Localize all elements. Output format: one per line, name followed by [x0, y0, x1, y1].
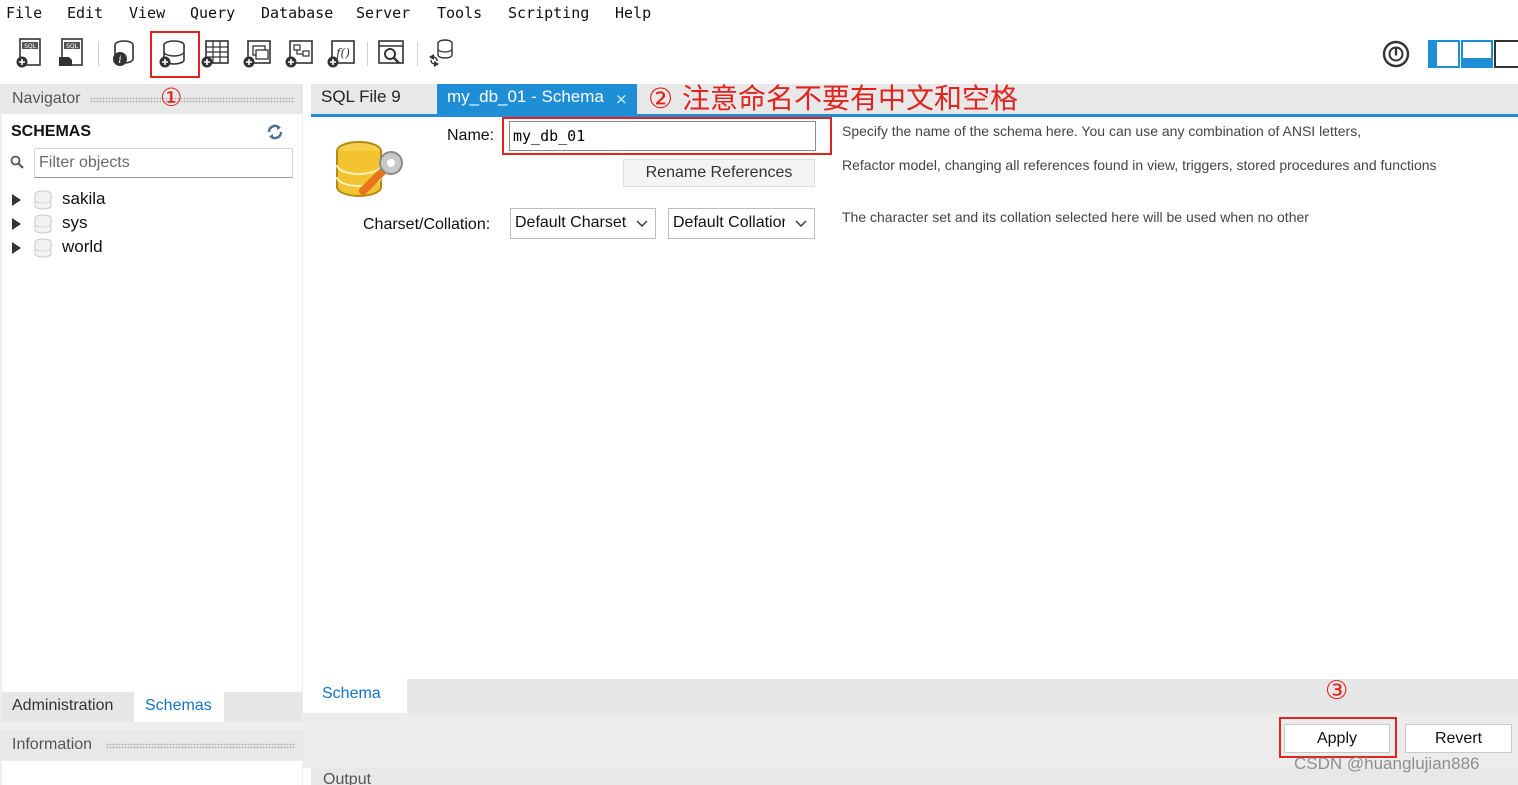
- schema-tree-item[interactable]: world: [10, 236, 210, 260]
- new-sql-tab-icon[interactable]: SQL: [14, 37, 46, 69]
- navigator-body: SCHEMAS sakila: [2, 114, 302, 692]
- information-title: Information: [12, 736, 93, 753]
- toggle-secondary-sidebar-icon[interactable]: [1494, 40, 1518, 68]
- refresh-icon[interactable]: [266, 124, 284, 140]
- schema-inspector-icon[interactable]: i: [106, 37, 138, 69]
- close-icon[interactable]: ×: [615, 90, 628, 108]
- tab-schema[interactable]: my_db_01 - Schema: [437, 84, 637, 114]
- toggle-output-panel-icon[interactable]: [1461, 40, 1493, 68]
- collation-select[interactable]: Default Collation: [668, 208, 815, 239]
- toggle-sidebar-icon[interactable]: [1428, 40, 1460, 68]
- menu-tools[interactable]: Tools: [437, 4, 482, 22]
- database-icon: [34, 238, 52, 258]
- tab-schemas[interactable]: Schemas: [134, 692, 224, 722]
- chevron-down-icon: [636, 220, 648, 227]
- navigator-header: Navigator: [0, 84, 303, 114]
- menu-help[interactable]: Help: [615, 4, 651, 22]
- schema-editor-icon: [336, 141, 403, 198]
- svg-text:f(): f(): [335, 46, 350, 60]
- tab-sql-file[interactable]: SQL File 9: [311, 84, 435, 114]
- navigator-tabs: Administration Schemas: [2, 692, 302, 722]
- tab-schema-label: my_db_01 - Schema: [447, 87, 604, 106]
- left-panel: Navigator SCHEMAS sakila: [0, 84, 303, 785]
- highlight-apply-button: [1279, 717, 1397, 758]
- information-header: Information: [0, 730, 303, 760]
- schema-tree-item[interactable]: sys: [10, 212, 210, 236]
- open-sql-script-icon[interactable]: SQL: [56, 37, 88, 69]
- expand-arrow-icon[interactable]: [12, 242, 21, 254]
- tab-schema-bottom[interactable]: Schema: [311, 679, 407, 713]
- highlight-name-input: [502, 117, 832, 155]
- toolbar-separator: [417, 42, 418, 66]
- charset-collation-label: Charset/Collation:: [363, 216, 491, 233]
- schema-tree-item[interactable]: sakila: [10, 188, 210, 212]
- svg-text:SQL: SQL: [24, 43, 37, 50]
- preferences-icon[interactable]: [1381, 39, 1411, 69]
- filter-objects-input[interactable]: [34, 148, 293, 178]
- charset-value: Default Charset: [515, 214, 627, 231]
- header-grip: [90, 97, 295, 103]
- toolbar: SQL SQL i f(): [0, 30, 1518, 80]
- collation-value: Default Collation: [673, 214, 785, 231]
- svg-text:i: i: [118, 55, 121, 66]
- toolbar-separator: [98, 42, 99, 66]
- menu-database[interactable]: Database: [261, 4, 333, 22]
- reconnect-icon[interactable]: [425, 37, 457, 69]
- expand-arrow-icon[interactable]: [12, 218, 21, 230]
- header-grip: [106, 743, 295, 749]
- create-function-icon[interactable]: f(): [325, 37, 357, 69]
- search-icon: [10, 155, 24, 169]
- schemas-title: SCHEMAS: [11, 123, 92, 140]
- schema-editor: Name: Specify the name of the schema her…: [311, 117, 1518, 679]
- search-data-icon[interactable]: [375, 37, 407, 69]
- menu-scripting[interactable]: Scripting: [508, 4, 589, 22]
- revert-button[interactable]: Revert: [1405, 724, 1512, 753]
- tab-administration[interactable]: Administration: [2, 692, 132, 722]
- annotation-step-1: ①: [160, 83, 183, 112]
- expand-arrow-icon[interactable]: [12, 194, 21, 206]
- name-description: Specify the name of the schema here. You…: [842, 123, 1362, 139]
- create-table-icon[interactable]: [199, 37, 231, 69]
- menu-server[interactable]: Server: [356, 4, 410, 22]
- menu-query[interactable]: Query: [190, 4, 235, 22]
- chevron-down-icon: [795, 220, 807, 227]
- schema-name: sakila: [62, 189, 106, 208]
- charset-description: The character set and its collation sele…: [842, 209, 1309, 225]
- information-body: [2, 761, 302, 785]
- toolbar-separator: [367, 42, 368, 66]
- database-icon: [34, 214, 52, 234]
- watermark: CSDN @huanglujian886: [1294, 754, 1480, 773]
- database-icon: [34, 190, 52, 210]
- menu-bar: File Edit View Query Database Server Too…: [0, 0, 1518, 28]
- name-label: Name:: [447, 127, 495, 144]
- highlight-create-schema: [150, 31, 200, 78]
- annotation-step-2: ② 注意命名不要有中文和空格: [648, 82, 1019, 115]
- output-title: Output: [323, 771, 372, 785]
- menu-view[interactable]: View: [129, 4, 165, 22]
- schema-name: sys: [62, 213, 88, 232]
- menu-file[interactable]: File: [6, 4, 42, 22]
- navigator-title: Navigator: [12, 90, 81, 107]
- schema-name: world: [62, 237, 103, 256]
- create-view-icon[interactable]: [241, 37, 273, 69]
- annotation-step-3: ③: [1325, 676, 1349, 706]
- menu-edit[interactable]: Edit: [67, 4, 103, 22]
- rename-references-button[interactable]: Rename References: [623, 159, 815, 187]
- svg-text:SQL: SQL: [66, 43, 79, 50]
- create-procedure-icon[interactable]: [283, 37, 315, 69]
- refactor-description: Refactor model, changing all references …: [842, 157, 1437, 173]
- charset-select[interactable]: Default Charset: [510, 208, 656, 239]
